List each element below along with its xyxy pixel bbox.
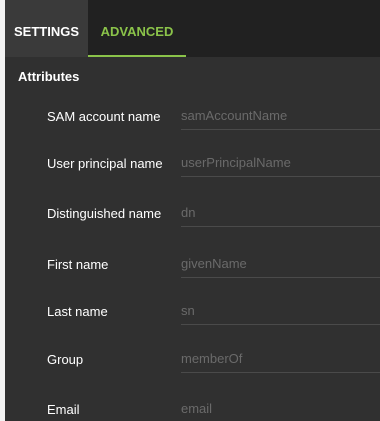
- field-label: First name: [47, 257, 109, 272]
- field-underline: [181, 348, 380, 373]
- field-underline: [181, 202, 380, 227]
- email-input[interactable]: [181, 398, 380, 418]
- tab-settings[interactable]: SETTINGS: [5, 0, 88, 57]
- field-underline: [181, 253, 380, 278]
- field-underline: [181, 300, 380, 325]
- field-row-last-name: Last name: [5, 300, 380, 325]
- tab-advanced[interactable]: ADVANCED: [88, 0, 186, 57]
- field-label: Email: [47, 402, 80, 417]
- field-row-sam-account-name: SAM account name: [5, 105, 380, 130]
- group-input[interactable]: [181, 348, 380, 368]
- field-label: Last name: [47, 304, 108, 319]
- field-label: SAM account name: [47, 109, 161, 124]
- field-label: User principal name: [47, 156, 163, 171]
- field-underline: [181, 152, 380, 177]
- advanced-settings-panel: SETTINGS ADVANCED Attributes SAM account…: [5, 0, 380, 421]
- first-name-input[interactable]: [181, 253, 380, 273]
- section-heading-attributes: Attributes: [18, 69, 80, 84]
- field-row-distinguished-name: Distinguished name: [5, 202, 380, 227]
- field-row-first-name: First name: [5, 253, 380, 278]
- field-label: Group: [47, 352, 84, 367]
- field-label: Distinguished name: [47, 206, 162, 221]
- field-row-email: Email: [5, 398, 380, 421]
- field-row-user-principal-name: User principal name: [5, 152, 380, 177]
- user-principal-name-input[interactable]: [181, 152, 380, 172]
- sam-account-name-input[interactable]: [181, 105, 380, 125]
- field-row-group: Group: [5, 348, 380, 373]
- distinguished-name-input[interactable]: [181, 202, 380, 222]
- tab-bar: SETTINGS ADVANCED: [5, 0, 380, 57]
- field-underline: [181, 105, 380, 130]
- last-name-input[interactable]: [181, 300, 380, 320]
- field-underline: [181, 398, 380, 421]
